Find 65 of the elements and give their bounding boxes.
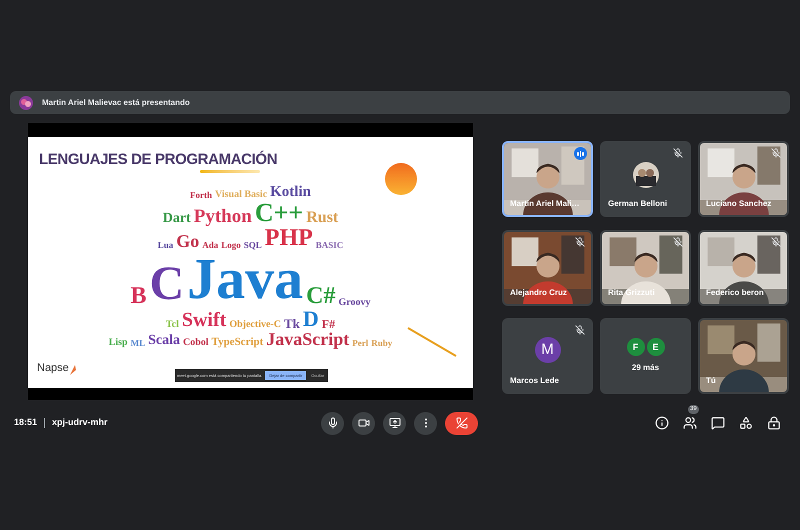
microphone-icon: [326, 417, 338, 429]
word-cloud-word: Tcl: [166, 320, 179, 330]
participant-name: Marcos Lede: [510, 375, 559, 388]
logo-text: Napse: [37, 360, 69, 376]
participant-name: Tú: [706, 375, 716, 388]
word-cloud-word: D: [302, 308, 319, 330]
diagonal-line: [407, 327, 457, 357]
title-underline: [200, 170, 260, 173]
call-time: 18:51: [14, 416, 38, 430]
word-cloud-word: Perl: [352, 339, 368, 348]
participant-name: German Belloni: [608, 198, 668, 210]
word-cloud-word: Visual Basic: [215, 190, 268, 200]
word-cloud-word: C#: [306, 284, 336, 308]
word-cloud-word: C++: [254, 200, 304, 226]
info-button[interactable]: [654, 415, 670, 431]
word-cloud-word: Lisp: [108, 338, 128, 348]
activities-button[interactable]: [738, 415, 754, 431]
word-cloud-word: PHP: [264, 226, 313, 250]
microphone-button[interactable]: [321, 412, 344, 434]
word-cloud-word: Swift: [182, 310, 226, 330]
word-cloud-word: JavaScript: [266, 330, 350, 348]
word-cloud-word: Objective-C: [229, 320, 281, 330]
participant-name: Alejandro Cruz: [510, 286, 567, 299]
participant-name: Federico beron: [706, 286, 764, 299]
word-cloud-word: Python: [194, 207, 252, 226]
slide-title: LENGUAJES DE PROGRAMACIÓN: [39, 150, 278, 170]
word-cloud-word: Tk: [284, 317, 300, 330]
camera-button[interactable]: [352, 412, 375, 434]
meeting-code: xpj-udrv-mhr: [52, 416, 108, 430]
presenter-avatar-icon: [19, 96, 33, 110]
word-cloud-word: Forth: [190, 191, 212, 200]
people-button[interactable]: [682, 415, 698, 431]
more-participants-count[interactable]: 29 más: [632, 362, 660, 374]
word-cloud-word: ML: [130, 339, 146, 348]
host-controls-button[interactable]: [766, 415, 782, 431]
word-cloud-word: SQL: [244, 241, 262, 250]
word-cloud-word: Ada: [202, 241, 218, 250]
presenter-banner-text: Martin Ariel Malievac está presentando: [42, 96, 190, 108]
avatar-initial: F: [626, 338, 644, 356]
word-cloud-word: C: [149, 260, 184, 308]
word-cloud-word: Scala: [148, 334, 180, 348]
word-cloud-word: Dart: [162, 212, 191, 226]
hang-up-button[interactable]: [445, 412, 478, 434]
word-cloud-word: Logo: [221, 241, 241, 250]
word-cloud-word: Lua: [158, 241, 174, 250]
avatar-initial: E: [646, 338, 664, 356]
phone-hang-up-icon: [456, 417, 468, 429]
avatar-initial: M: [534, 337, 560, 364]
word-cloud-word: Rust: [306, 210, 338, 226]
present-screen-icon: [388, 417, 400, 429]
word-cloud-word: BASIC: [316, 241, 344, 250]
bird-icon: [68, 364, 77, 376]
word-cloud-word: Groovy: [338, 298, 371, 308]
word-cloud-word: Cobol: [182, 338, 209, 348]
chat-button[interactable]: [710, 415, 726, 431]
video-camera-icon: [358, 417, 370, 429]
more-options-button[interactable]: [414, 412, 437, 434]
word-cloud-word: F#: [322, 318, 336, 330]
word-cloud-word: TypeScript: [212, 337, 264, 348]
word-cloud-word: B: [130, 284, 146, 308]
word-cloud-word: Ruby: [371, 339, 392, 348]
word-cloud-word: Go: [176, 232, 200, 250]
word-cloud-word: Kotlin: [270, 185, 311, 200]
present-button[interactable]: [383, 412, 406, 434]
word-cloud-word: Java: [187, 250, 304, 308]
